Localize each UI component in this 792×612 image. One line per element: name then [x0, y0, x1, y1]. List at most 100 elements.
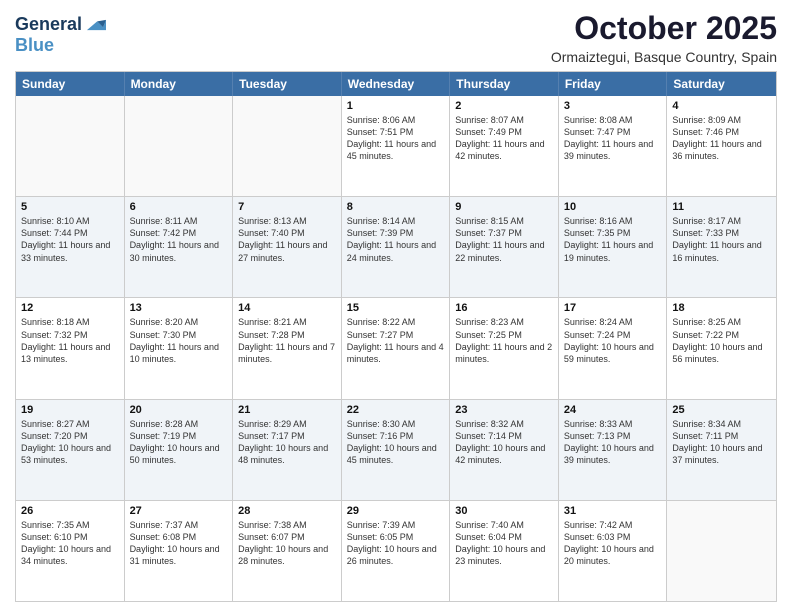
day-cell-4: 4Sunrise: 8:09 AMSunset: 7:46 PMDaylight…: [667, 96, 776, 196]
day-number: 23: [455, 404, 553, 416]
weekday-header-sunday: Sunday: [16, 72, 125, 96]
day-info: Sunrise: 8:25 AMSunset: 7:22 PMDaylight:…: [672, 316, 771, 365]
calendar-header: SundayMondayTuesdayWednesdayThursdayFrid…: [16, 72, 776, 96]
day-number: 3: [564, 100, 662, 112]
day-info: Sunrise: 8:15 AMSunset: 7:37 PMDaylight:…: [455, 215, 553, 264]
day-info: Sunrise: 8:27 AMSunset: 7:20 PMDaylight:…: [21, 418, 119, 467]
day-info: Sunrise: 8:08 AMSunset: 7:47 PMDaylight:…: [564, 114, 662, 163]
weekday-header-wednesday: Wednesday: [342, 72, 451, 96]
day-number: 6: [130, 201, 228, 213]
weekday-header-monday: Monday: [125, 72, 234, 96]
day-info: Sunrise: 7:38 AMSunset: 6:07 PMDaylight:…: [238, 519, 336, 568]
day-info: Sunrise: 8:17 AMSunset: 7:33 PMDaylight:…: [672, 215, 771, 264]
day-info: Sunrise: 7:40 AMSunset: 6:04 PMDaylight:…: [455, 519, 553, 568]
day-info: Sunrise: 8:33 AMSunset: 7:13 PMDaylight:…: [564, 418, 662, 467]
empty-cell: [233, 96, 342, 196]
logo-blue: Blue: [15, 36, 106, 56]
day-cell-24: 24 Sunrise: 8:33 AMSunset: 7:13 PMDayligh…: [559, 400, 668, 500]
day-cell-31: 31 Sunrise: 7:42 AMSunset: 6:03 PMDayligh…: [559, 501, 668, 601]
logo-text: General: [15, 15, 82, 35]
day-number: 31: [564, 505, 662, 517]
day-cell-29: 29 Sunrise: 7:39 AMSunset: 6:05 PMDayligh…: [342, 501, 451, 601]
day-number: 22: [347, 404, 445, 416]
day-number: 15: [347, 302, 445, 314]
empty-cell: [125, 96, 234, 196]
day-cell-15: 15 Sunrise: 8:22 AMSunset: 7:27 PMDayligh…: [342, 298, 451, 398]
day-info: Sunrise: 8:13 AMSunset: 7:40 PMDaylight:…: [238, 215, 336, 264]
logo-icon: [84, 14, 106, 36]
calendar-body: 1Sunrise: 8:06 AMSunset: 7:51 PMDaylight…: [16, 96, 776, 601]
day-cell-1: 1Sunrise: 8:06 AMSunset: 7:51 PMDaylight…: [342, 96, 451, 196]
page: General Blue October 2025 Ormaiztegui, B…: [0, 0, 792, 612]
day-number: 12: [21, 302, 119, 314]
day-cell-28: 28 Sunrise: 7:38 AMSunset: 6:07 PMDayligh…: [233, 501, 342, 601]
day-info: Sunrise: 8:16 AMSunset: 7:35 PMDaylight:…: [564, 215, 662, 264]
day-number: 30: [455, 505, 553, 517]
weekday-header-thursday: Thursday: [450, 72, 559, 96]
day-number: 25: [672, 404, 771, 416]
day-number: 14: [238, 302, 336, 314]
day-info: Sunrise: 8:22 AMSunset: 7:27 PMDaylight:…: [347, 316, 445, 365]
day-number: 20: [130, 404, 228, 416]
day-number: 18: [672, 302, 771, 314]
empty-cell: [667, 501, 776, 601]
day-cell-30: 30 Sunrise: 7:40 AMSunset: 6:04 PMDayligh…: [450, 501, 559, 601]
calendar-row-3: 19 Sunrise: 8:27 AMSunset: 7:20 PMDayligh…: [16, 399, 776, 500]
day-number: 19: [21, 404, 119, 416]
day-number: 27: [130, 505, 228, 517]
weekday-header-saturday: Saturday: [667, 72, 776, 96]
day-info: Sunrise: 8:21 AMSunset: 7:28 PMDaylight:…: [238, 316, 336, 365]
day-cell-22: 22 Sunrise: 8:30 AMSunset: 7:16 PMDayligh…: [342, 400, 451, 500]
day-number: 16: [455, 302, 553, 314]
day-number: 10: [564, 201, 662, 213]
day-info: Sunrise: 8:20 AMSunset: 7:30 PMDaylight:…: [130, 316, 228, 365]
day-number: 29: [347, 505, 445, 517]
header: General Blue October 2025 Ormaiztegui, B…: [15, 10, 777, 65]
day-info: Sunrise: 8:30 AMSunset: 7:16 PMDaylight:…: [347, 418, 445, 467]
day-info: Sunrise: 7:42 AMSunset: 6:03 PMDaylight:…: [564, 519, 662, 568]
day-cell-25: 25 Sunrise: 8:34 AMSunset: 7:11 PMDayligh…: [667, 400, 776, 500]
day-info: Sunrise: 8:23 AMSunset: 7:25 PMDaylight:…: [455, 316, 553, 365]
day-cell-2: 2Sunrise: 8:07 AMSunset: 7:49 PMDaylight…: [450, 96, 559, 196]
day-info: Sunrise: 8:34 AMSunset: 7:11 PMDaylight:…: [672, 418, 771, 467]
day-info: Sunrise: 7:37 AMSunset: 6:08 PMDaylight:…: [130, 519, 228, 568]
location-title: Ormaiztegui, Basque Country, Spain: [551, 49, 777, 65]
day-info: Sunrise: 8:06 AMSunset: 7:51 PMDaylight:…: [347, 114, 445, 163]
day-cell-18: 18 Sunrise: 8:25 AMSunset: 7:22 PMDayligh…: [667, 298, 776, 398]
day-cell-9: 9 Sunrise: 8:15 AMSunset: 7:37 PMDaylight…: [450, 197, 559, 297]
day-number: 7: [238, 201, 336, 213]
day-cell-10: 10 Sunrise: 8:16 AMSunset: 7:35 PMDayligh…: [559, 197, 668, 297]
day-info: Sunrise: 7:39 AMSunset: 6:05 PMDaylight:…: [347, 519, 445, 568]
day-cell-19: 19 Sunrise: 8:27 AMSunset: 7:20 PMDayligh…: [16, 400, 125, 500]
logo: General Blue: [15, 14, 106, 56]
day-number: 4: [672, 100, 771, 112]
day-cell-20: 20 Sunrise: 8:28 AMSunset: 7:19 PMDayligh…: [125, 400, 234, 500]
day-number: 11: [672, 201, 771, 213]
day-info: Sunrise: 8:28 AMSunset: 7:19 PMDaylight:…: [130, 418, 228, 467]
day-info: Sunrise: 8:11 AMSunset: 7:42 PMDaylight:…: [130, 215, 228, 264]
empty-cell: [16, 96, 125, 196]
day-info: Sunrise: 8:14 AMSunset: 7:39 PMDaylight:…: [347, 215, 445, 264]
day-cell-3: 3 Sunrise: 8:08 AMSunset: 7:47 PMDaylight…: [559, 96, 668, 196]
day-number: 28: [238, 505, 336, 517]
day-number: 21: [238, 404, 336, 416]
calendar-row-4: 26Sunrise: 7:35 AMSunset: 6:10 PMDayligh…: [16, 500, 776, 601]
day-cell-13: 13 Sunrise: 8:20 AMSunset: 7:30 PMDayligh…: [125, 298, 234, 398]
day-number: 13: [130, 302, 228, 314]
day-number: 5: [21, 201, 119, 213]
day-cell-7: 7 Sunrise: 8:13 AMSunset: 7:40 PMDaylight…: [233, 197, 342, 297]
day-cell-12: 12 Sunrise: 8:18 AMSunset: 7:32 PMDayligh…: [16, 298, 125, 398]
day-info: Sunrise: 8:18 AMSunset: 7:32 PMDaylight:…: [21, 316, 119, 365]
calendar: SundayMondayTuesdayWednesdayThursdayFrid…: [15, 71, 777, 602]
day-cell-14: 14 Sunrise: 8:21 AMSunset: 7:28 PMDayligh…: [233, 298, 342, 398]
day-number: 2: [455, 100, 553, 112]
day-cell-6: 6 Sunrise: 8:11 AMSunset: 7:42 PMDaylight…: [125, 197, 234, 297]
day-number: 26: [21, 505, 119, 517]
day-info: Sunrise: 8:32 AMSunset: 7:14 PMDaylight:…: [455, 418, 553, 467]
weekday-header-friday: Friday: [559, 72, 668, 96]
day-cell-27: 27 Sunrise: 7:37 AMSunset: 6:08 PMDayligh…: [125, 501, 234, 601]
day-number: 9: [455, 201, 553, 213]
day-cell-23: 23 Sunrise: 8:32 AMSunset: 7:14 PMDayligh…: [450, 400, 559, 500]
calendar-row-2: 12 Sunrise: 8:18 AMSunset: 7:32 PMDayligh…: [16, 297, 776, 398]
day-number: 24: [564, 404, 662, 416]
